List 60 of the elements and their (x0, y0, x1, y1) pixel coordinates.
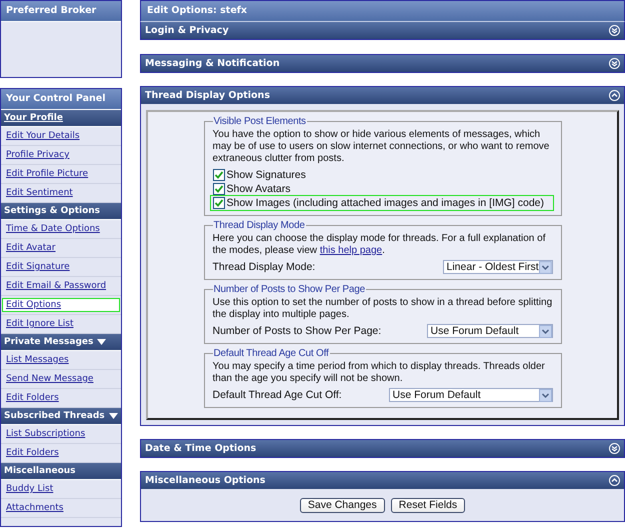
collapse-icon[interactable] (609, 90, 620, 101)
caret-icon (97, 339, 106, 345)
panel-header[interactable]: Messaging & Notification (141, 55, 624, 72)
description-text: You may specify a time period from which to display threads. Threads older than the age you specify will not be shown. (212, 361, 546, 385)
sidebar-link[interactable]: Edit Avatar (3, 242, 119, 254)
field-label: Thread Display Mode: (212, 261, 316, 273)
panel-header[interactable]: Login & Privacy (141, 22, 624, 39)
section-header[interactable]: Your Profile (1, 110, 121, 127)
section-header[interactable]: Settings & Options (1, 203, 121, 220)
sidebar-link[interactable]: Edit Ignore List (3, 318, 119, 330)
fieldset-legend: Visible Post Elements (212, 116, 307, 127)
panel-header[interactable]: Date & Time Options (141, 440, 624, 457)
sidebar-link[interactable]: Attachments (3, 502, 119, 514)
sidebar-link[interactable]: List Messages (3, 354, 119, 366)
reset-button[interactable]: Reset Fields (390, 498, 466, 513)
sidebar-link[interactable]: Edit Folders (3, 447, 119, 459)
sidebar-link[interactable]: Profile Privacy (3, 149, 119, 161)
description-text: Use this option to set the number of posts to show in a thread before splitting the display into multiple pages. (212, 297, 552, 321)
checkbox[interactable] (212, 197, 224, 209)
fieldset-legend: Default Thread Age Cut Off (212, 348, 330, 359)
description-text: Here you can choose the display mode for threads. For a full explanation of the modes, please view this help page. (212, 233, 546, 257)
collapse-icon[interactable] (609, 58, 620, 69)
fieldset-legend: Thread Display Mode (212, 220, 306, 231)
sidebar-link[interactable]: Edit Profile Picture (3, 168, 119, 180)
section-header[interactable]: Subscribed Threads (1, 408, 121, 425)
fieldset-legend: Number of Posts to Show Per Page (212, 284, 366, 295)
help-link[interactable]: this help page (320, 245, 382, 256)
caret-icon (108, 413, 118, 419)
sidebar-link[interactable]: Buddy List (3, 483, 119, 495)
checkbox[interactable] (212, 183, 224, 195)
dropdown[interactable]: Use Forum Default (388, 388, 552, 402)
dropdown[interactable]: Linear - Oldest First (442, 260, 552, 274)
sidebar-link[interactable]: Edit Folders (3, 392, 119, 404)
sidebar-link[interactable]: Edit Sentiment (3, 187, 119, 199)
description-text: You have the option to show or hide various elements of messages, which may be of use to users on slow internet connections, or who want to remove extraneous clutter from posts. (212, 129, 550, 165)
collapse-icon[interactable] (609, 443, 620, 454)
section-header[interactable]: Private Messages (1, 334, 121, 351)
sidebar-link[interactable]: Edit Signature (3, 261, 119, 273)
panel-title: Preferred Broker (1, 1, 121, 22)
sidebar-link[interactable]: Time & Date Options (3, 223, 119, 235)
collapse-icon[interactable] (609, 475, 620, 486)
sidebar-link[interactable]: Edit Email & Password (3, 280, 119, 292)
panel-title: Your Control Panel (1, 89, 121, 110)
collapse-icon[interactable] (609, 25, 620, 36)
field-label: Number of Posts to Show Per Page: (212, 325, 382, 337)
checkbox[interactable] (212, 169, 224, 181)
sidebar-link[interactable]: Edit Your Details (3, 130, 119, 142)
checkbox-option[interactable]: Show Signatures (210, 168, 552, 182)
dropdown[interactable]: Use Forum Default (426, 324, 552, 338)
page-title: Edit Options: stefx (140, 0, 625, 22)
save-button[interactable]: Save Changes (300, 498, 385, 513)
checkbox-option[interactable]: Show Avatars (210, 182, 552, 196)
checkbox-option[interactable]: Show Images (including attached images and images in [IMG] code) (210, 196, 552, 210)
sidebar-link[interactable]: List Subscriptions (3, 428, 119, 440)
field-label: Default Thread Age Cut Off: (212, 389, 342, 401)
panel-header[interactable]: Thread Display Options (141, 87, 624, 104)
section-header[interactable]: Miscellaneous (1, 463, 121, 480)
panel-header[interactable]: Miscellaneous Options (141, 472, 624, 489)
sidebar-link[interactable]: Edit Options (3, 299, 119, 311)
sidebar-link[interactable]: Send New Message (3, 373, 119, 385)
